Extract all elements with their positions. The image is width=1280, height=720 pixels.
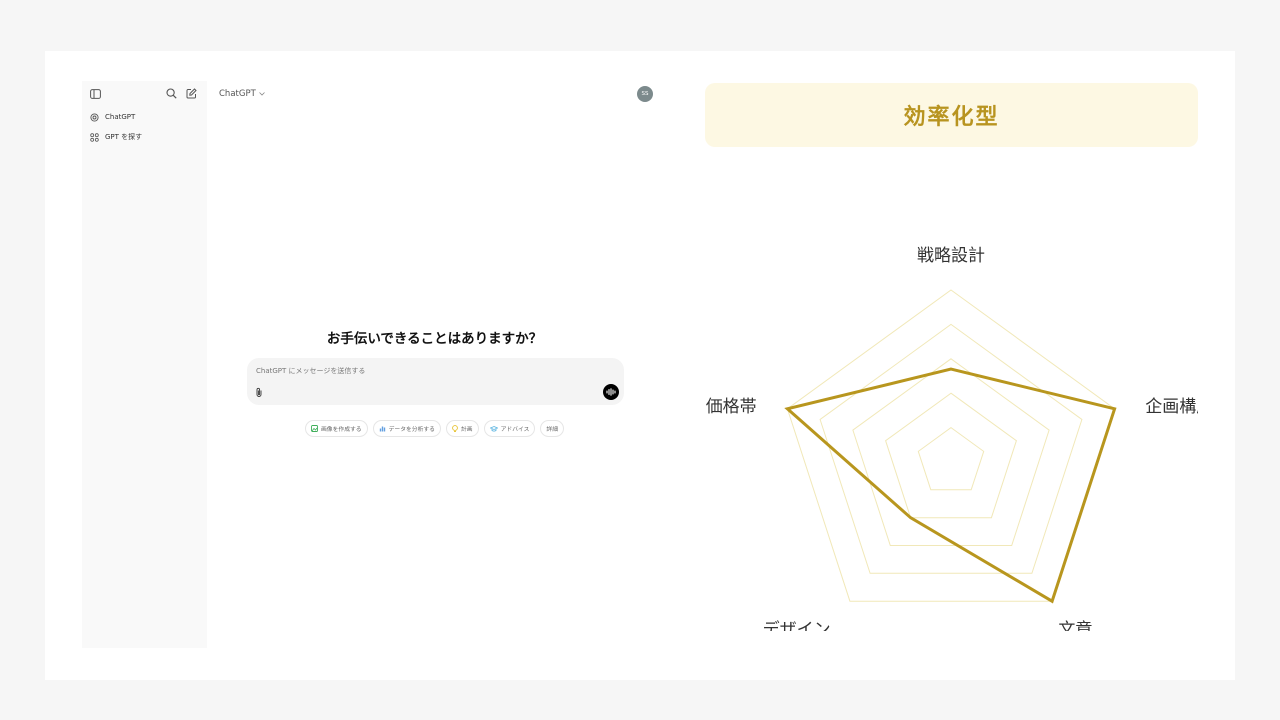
chip-label: 計画	[460, 427, 473, 433]
chart-icon	[379, 426, 385, 432]
paperclip-icon[interactable]	[255, 387, 263, 398]
type-title-box: 効率化型	[705, 83, 1198, 147]
radar-chart: 戦略設計企画構成文章 デザイン 価格帯	[706, 246, 1198, 631]
chevron-down-icon	[258, 92, 265, 96]
radar-axis-label: 価格帯	[706, 397, 757, 417]
chip-create-image[interactable]: 画像を作成する	[305, 420, 368, 437]
radar-axis-label: 戦略設計	[917, 246, 985, 266]
new-chat-icon[interactable]	[186, 88, 197, 99]
radar-grid-ring	[917, 426, 985, 491]
avatar-initials: SS	[641, 91, 649, 97]
sidebar-item-explore-gpts[interactable]: GPT を探す	[90, 130, 142, 144]
chip-analyze-data[interactable]: データを分析する	[372, 420, 441, 437]
chatgpt-sidebar: ChatGPT GPT を探す	[82, 81, 207, 648]
chip-label: データを分析する	[388, 427, 435, 433]
type-title: 効率化型	[903, 105, 1000, 130]
chatgpt-main: ChatGPT SS お手伝いできることはありますか？ ChatGPT にメッセ…	[207, 81, 657, 648]
search-icon[interactable]	[166, 88, 177, 99]
grid-icon	[90, 132, 99, 142]
sidebar-header	[82, 81, 207, 107]
radar-data-series	[784, 367, 1117, 604]
composer-placeholder: ChatGPT にメッセージを送信する	[256, 367, 366, 375]
radar-axis-label: 企画構成	[1145, 397, 1198, 417]
chip-more[interactable]: 詳細	[540, 420, 565, 437]
sidebar-item-label: ChatGPT	[105, 113, 136, 121]
chip-label: アドバイス	[500, 427, 530, 433]
radar-axis-label: 文章	[1058, 620, 1092, 631]
waveform-icon	[606, 388, 616, 396]
chip-advice[interactable]: アドバイス	[483, 420, 536, 437]
suggestion-chips: 画像を作成する データを分析する 計画 アドバイス 詳細	[305, 420, 565, 437]
graduation-cap-icon	[489, 425, 498, 432]
message-composer[interactable]: ChatGPT にメッセージを送信する	[247, 358, 624, 405]
model-name: ChatGPT	[219, 89, 256, 99]
sidebar-toggle-icon[interactable]	[90, 89, 101, 99]
radar-axis-label: デザイン	[763, 619, 831, 631]
chip-label: 詳細	[546, 427, 559, 433]
radar-grid-ring	[786, 289, 1116, 602]
image-icon	[311, 425, 318, 432]
sidebar-item-label: GPT を探す	[105, 133, 143, 141]
slide: ChatGPT GPT を探す ChatGPT SS お手伝いできることはありま…	[45, 51, 1235, 680]
lightbulb-icon	[452, 424, 458, 432]
radar-grid-ring	[885, 392, 1017, 519]
chatgpt-logo-icon	[90, 112, 99, 122]
sidebar-item-chatgpt[interactable]: ChatGPT	[90, 110, 135, 124]
voice-mode-button[interactable]	[603, 384, 619, 400]
chip-label: 画像を作成する	[321, 427, 362, 433]
avatar[interactable]: SS	[637, 86, 653, 102]
greeting-heading: お手伝いできることはありますか？	[326, 331, 543, 347]
model-selector[interactable]: ChatGPT	[219, 89, 265, 99]
chip-plan[interactable]: 計画	[445, 420, 479, 437]
